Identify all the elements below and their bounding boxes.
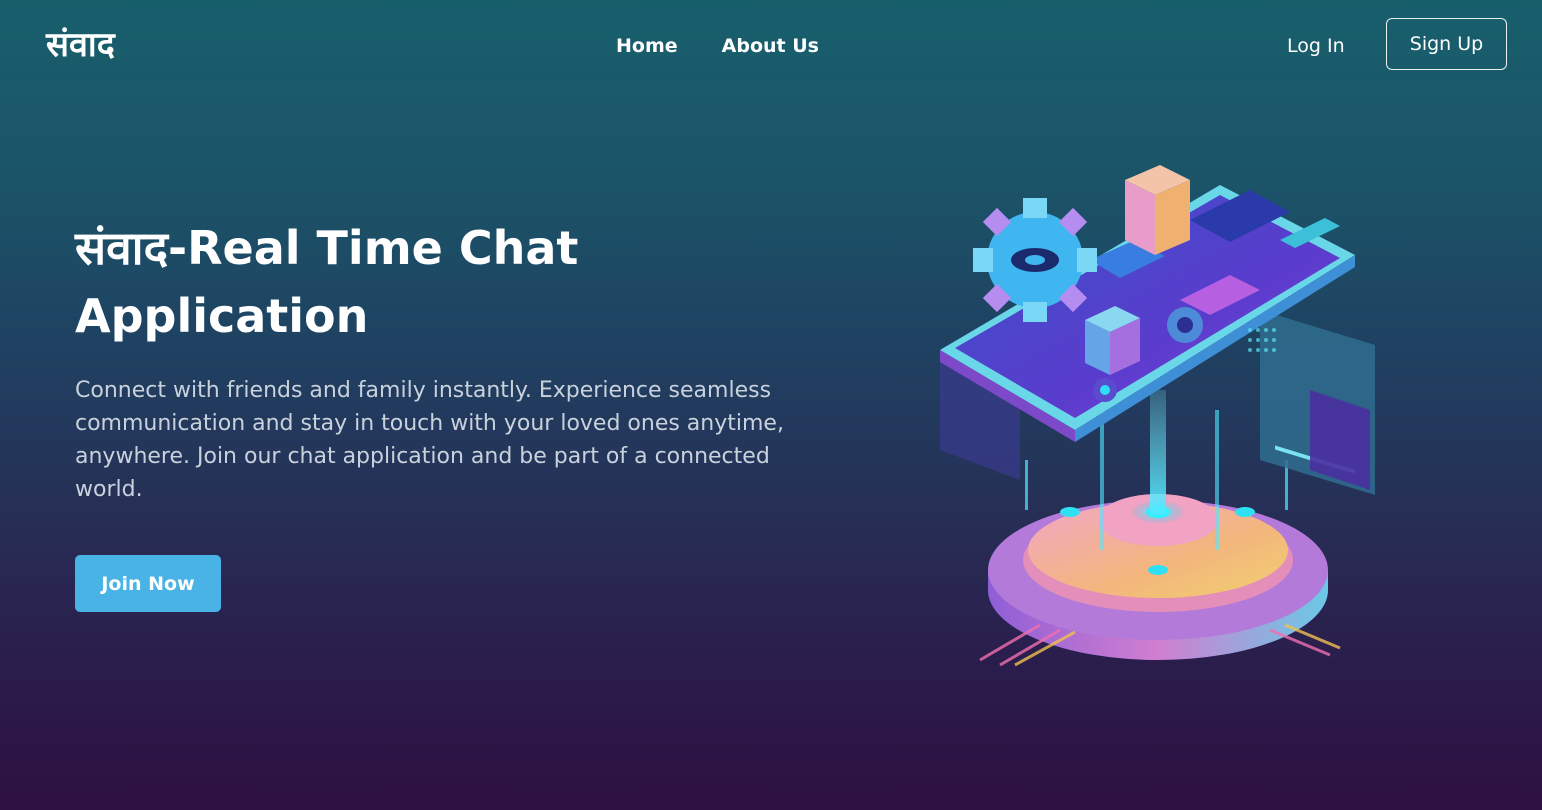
hero-title-line1: संवाद-Real Time Chat (75, 221, 579, 275)
nav-links: Home About Us (616, 32, 819, 60)
brand-logo[interactable]: संवाद (46, 22, 115, 68)
signup-button[interactable]: Sign Up (1386, 18, 1507, 70)
hero-title: संवाद-Real Time Chat Application (75, 214, 795, 350)
gear-icon (973, 198, 1097, 322)
isometric-chat-phone-illustration (940, 165, 1375, 667)
hero-title-line2: Application (75, 289, 369, 343)
join-now-button[interactable]: Join Now (75, 555, 221, 612)
navbar: संवाद Home About Us Log In Sign Up (0, 0, 1542, 92)
hero-description: Connect with friends and family instantl… (75, 378, 784, 502)
nav-link-about-us[interactable]: About Us (722, 32, 819, 60)
login-link[interactable]: Log In (1287, 32, 1345, 60)
nav-link-home[interactable]: Home (616, 32, 678, 60)
